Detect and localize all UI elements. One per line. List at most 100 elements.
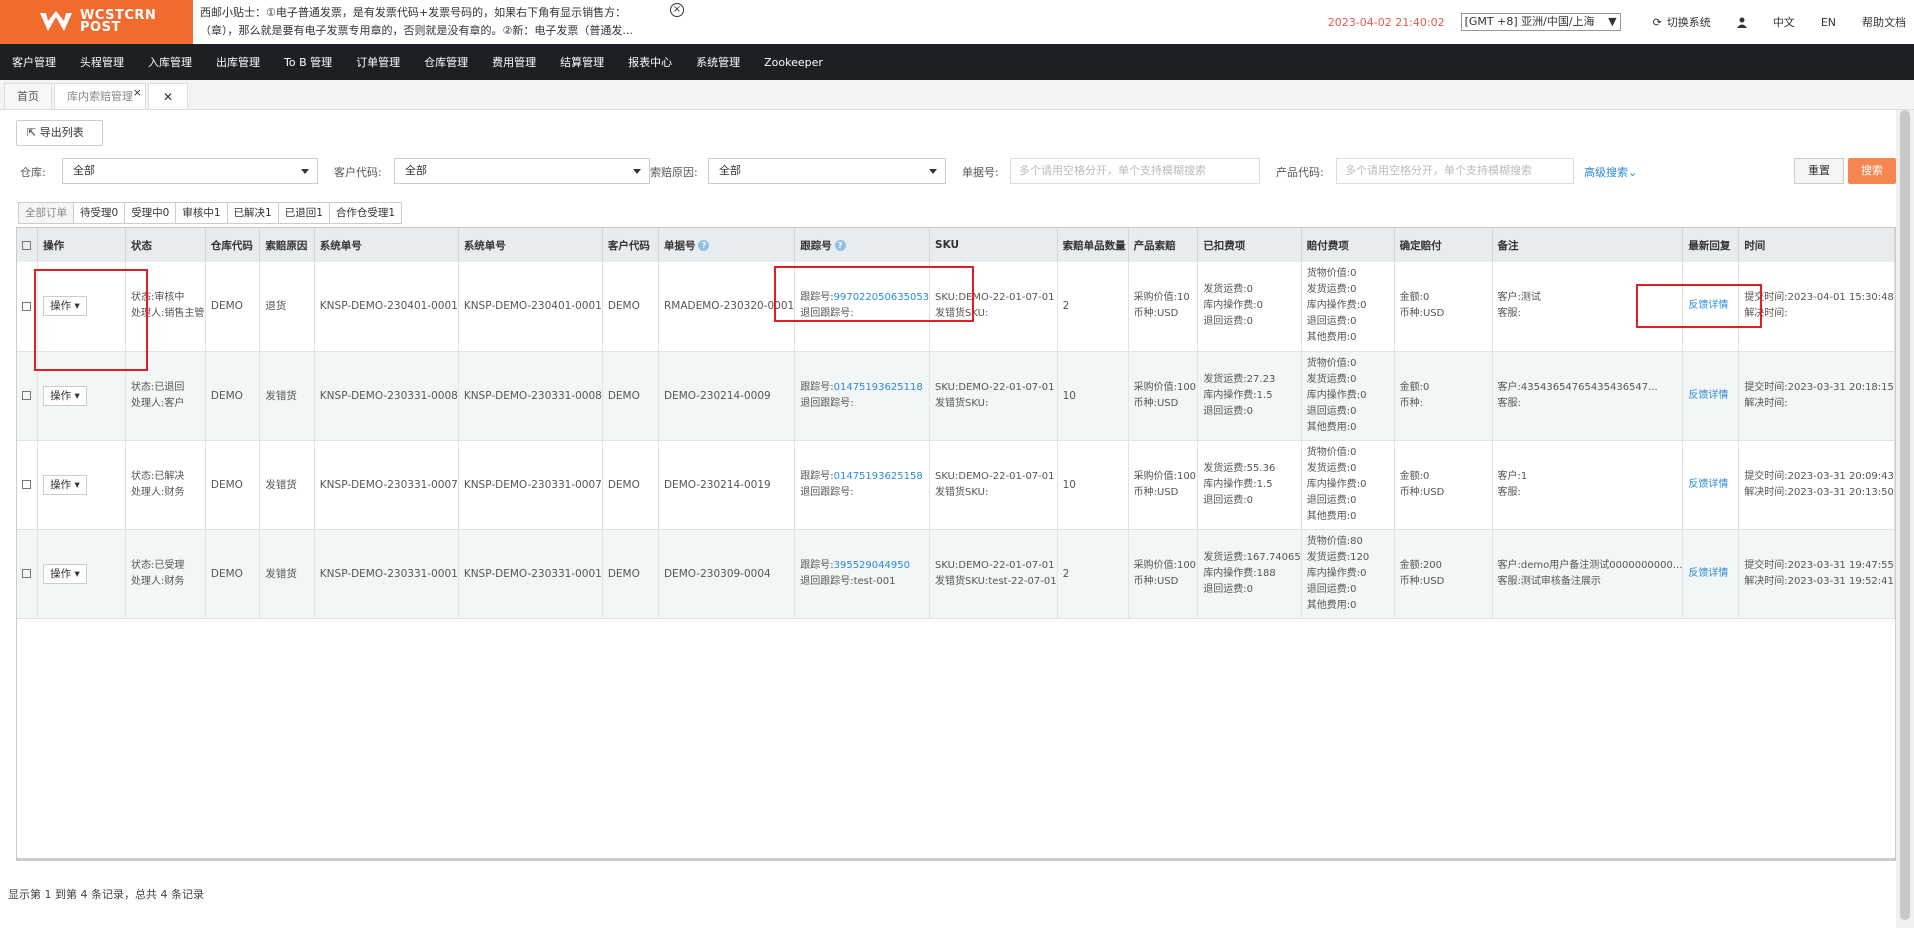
nav-item-9[interactable]: 报表中心	[628, 54, 672, 70]
status-tab-4[interactable]: 已解决1	[226, 202, 279, 224]
table-row: 操作 ▾ 状态:已退回 处理人:客户 DEMO 发错货 KNSP-DEMO-230331-…	[17, 351, 1895, 441]
pay-item: 发货运费:0	[1306, 373, 1357, 385]
feedback-detail-link[interactable]: 反馈详情	[1688, 390, 1728, 401]
operation-dropdown-button[interactable]: 操作 ▾	[43, 563, 87, 584]
help-icon[interactable]: ?	[698, 240, 710, 251]
column-header: 索赔单品数量	[1057, 228, 1129, 262]
confirmed-amount: 金额:0	[1399, 381, 1430, 393]
switch-system-button[interactable]: ⟳ 切换系统	[1653, 14, 1711, 30]
nav-item-1[interactable]: 头程管理	[80, 54, 124, 70]
nav-item-8[interactable]: 结算管理	[560, 54, 604, 70]
row-select-cell	[17, 529, 39, 619]
column-header: 单据号?	[658, 228, 796, 262]
nav-item-2[interactable]: 入库管理	[148, 54, 192, 70]
nav-item-7[interactable]: 费用管理	[492, 54, 536, 70]
sys-no-cell: KNSP-DEMO-230331-0007	[314, 440, 459, 530]
operation-dropdown-button[interactable]: 操作 ▾	[43, 385, 87, 406]
status-tabs: 全部订单 待受理0 受理中0 审核中1 已解决1 已退回1 合作仓受理1	[18, 202, 403, 224]
tip-banner: 西邮小贴士：①电子普通发票，是有发票代码+发票号码的，如果右下角有显示销售方： …	[200, 4, 660, 40]
logo[interactable]: WCSTCRN POST	[0, 0, 193, 44]
status-tab-3[interactable]: 审核中1	[175, 202, 228, 224]
tip-line1: 西邮小贴士：①电子普通发票，是有发票代码+发票号码的，如果右下角有显示销售方：	[200, 6, 627, 19]
system-no: KNSP-DEMO-230331-0001	[463, 567, 602, 580]
status-text: 状态:已解决	[131, 470, 185, 482]
sys-no-cell: KNSP-DEMO-230401-0001	[314, 262, 459, 352]
export-list-button[interactable]: ⇱ 导出列表	[16, 120, 103, 146]
tab-claims[interactable]: 库内索赔管理 ×	[54, 83, 146, 109]
tab-home[interactable]: 首页	[4, 83, 52, 109]
claims-table: 操作 状态 仓库代码 索赔原因 系统单号 系统单号 客户代码 单据号? 跟踪号? SKU 索赔单品数…	[16, 227, 1896, 861]
system-no: KNSP-DEMO-230331-0007	[319, 478, 458, 491]
confirmed-currency: 币种:USD	[1399, 486, 1445, 498]
status-cell: 状态:已解决 处理人:财务	[125, 440, 206, 530]
product-input[interactable]: 多个请用空格分开，单个支持模糊搜索	[1336, 158, 1574, 184]
tracking-link[interactable]: 395529044950	[834, 560, 910, 571]
return-track: 退回跟踪号:test-001	[800, 575, 896, 587]
confirmed-amount: 金额:0	[1399, 292, 1430, 304]
reset-button[interactable]: 重置	[1794, 158, 1844, 184]
submit-time: 提交时间:2023-03-31 20:18:15	[1744, 381, 1894, 393]
select-all-checkbox[interactable]	[22, 240, 31, 250]
tracking-link[interactable]: 01475193625118	[834, 382, 923, 393]
nav-item-0[interactable]: 客户管理	[12, 54, 56, 70]
warehouse-cell: DEMO	[205, 262, 261, 352]
status-text: 状态:已退回	[131, 381, 185, 393]
warehouse-select[interactable]: 全部	[62, 158, 318, 184]
row-checkbox[interactable]	[22, 569, 31, 578]
column-header-label: 系统单号	[463, 239, 506, 252]
status-tab-2[interactable]: 受理中0	[124, 202, 177, 224]
warehouse-code: DEMO	[210, 478, 243, 491]
highlight-reply-box	[1636, 284, 1762, 328]
close-icon[interactable]: ×	[670, 3, 684, 17]
nav-item-10[interactable]: 系统管理	[696, 54, 740, 70]
user-icon[interactable]	[1736, 17, 1747, 28]
status-tab-6[interactable]: 合作仓受理1	[328, 202, 403, 224]
column-header: 仓库代码	[205, 228, 261, 262]
feedback-detail-link[interactable]: 反馈详情	[1688, 568, 1728, 579]
advanced-search-link[interactable]: 高级搜索⌄	[1584, 164, 1637, 180]
help-icon[interactable]: ?	[834, 240, 846, 251]
status-tab-5[interactable]: 已退回1	[277, 202, 330, 224]
row-checkbox[interactable]	[22, 301, 31, 311]
currency: 币种:USD	[1133, 397, 1179, 409]
column-header: 已扣费项	[1197, 228, 1302, 262]
search-button[interactable]: 搜索	[1848, 158, 1896, 184]
timezone-select[interactable]: [GMT +8] 亚洲/中国/上海 ▼	[1460, 13, 1621, 31]
feedback-detail-link[interactable]: 反馈详情	[1688, 479, 1728, 490]
lang-cn-button[interactable]: 中文	[1773, 14, 1795, 30]
tracking-link[interactable]: 01475193625158	[834, 471, 923, 482]
currency: 币种:USD	[1133, 308, 1179, 320]
close-icon[interactable]: ×	[133, 80, 142, 106]
nav-item-3[interactable]: 出库管理	[216, 54, 260, 70]
reason-select[interactable]: 全部	[708, 158, 946, 184]
status-tab-1[interactable]: 待受理0	[73, 202, 126, 224]
nav-item-4[interactable]: To B 管理	[284, 54, 332, 70]
lang-en-button[interactable]: EN	[1821, 16, 1836, 29]
customer-code: DEMO	[607, 300, 640, 313]
status-tab-0[interactable]: 全部订单	[18, 202, 74, 224]
help-button[interactable]: 帮助文档	[1862, 14, 1906, 30]
row-checkbox[interactable]	[22, 480, 31, 489]
nav-item-11[interactable]: Zookeeper	[764, 56, 823, 69]
sys-no-cell: KNSP-DEMO-230331-0008	[458, 351, 603, 441]
customer-code: DEMO	[607, 478, 640, 491]
confirmed-currency: 币种:	[1399, 397, 1423, 409]
close-all-tabs-icon[interactable]: ✕	[148, 83, 188, 109]
order-input[interactable]: 多个请用空格分开，单个支持模糊搜索	[1010, 158, 1260, 184]
column-header-label: 跟踪号	[800, 239, 832, 252]
record-count: 显示第 1 到第 4 条记录，总共 4 条记录	[8, 888, 204, 901]
page-scrollbar-thumb[interactable]	[1900, 110, 1910, 920]
column-header: 备注	[1492, 228, 1684, 262]
track-cell: 跟踪号:01475193625118 退回跟踪号:	[794, 351, 931, 441]
deducted-cell: 发货运费:55.36 库内操作费:1.5 退回运费:0	[1197, 440, 1302, 530]
nav-item-5[interactable]: 订单管理	[356, 54, 400, 70]
operation-dropdown-button[interactable]: 操作 ▾	[43, 474, 87, 495]
currency: 币种:USD	[1133, 575, 1179, 587]
nav-item-6[interactable]: 仓库管理	[424, 54, 468, 70]
column-header-label: 产品索赔	[1133, 239, 1176, 252]
customer-select[interactable]: 全部	[394, 158, 650, 184]
column-header: 状态	[125, 228, 206, 262]
row-checkbox[interactable]	[22, 391, 31, 400]
ded-item: 发货运费:27.23	[1203, 373, 1276, 385]
return-track: 退回跟踪号:	[800, 486, 854, 498]
